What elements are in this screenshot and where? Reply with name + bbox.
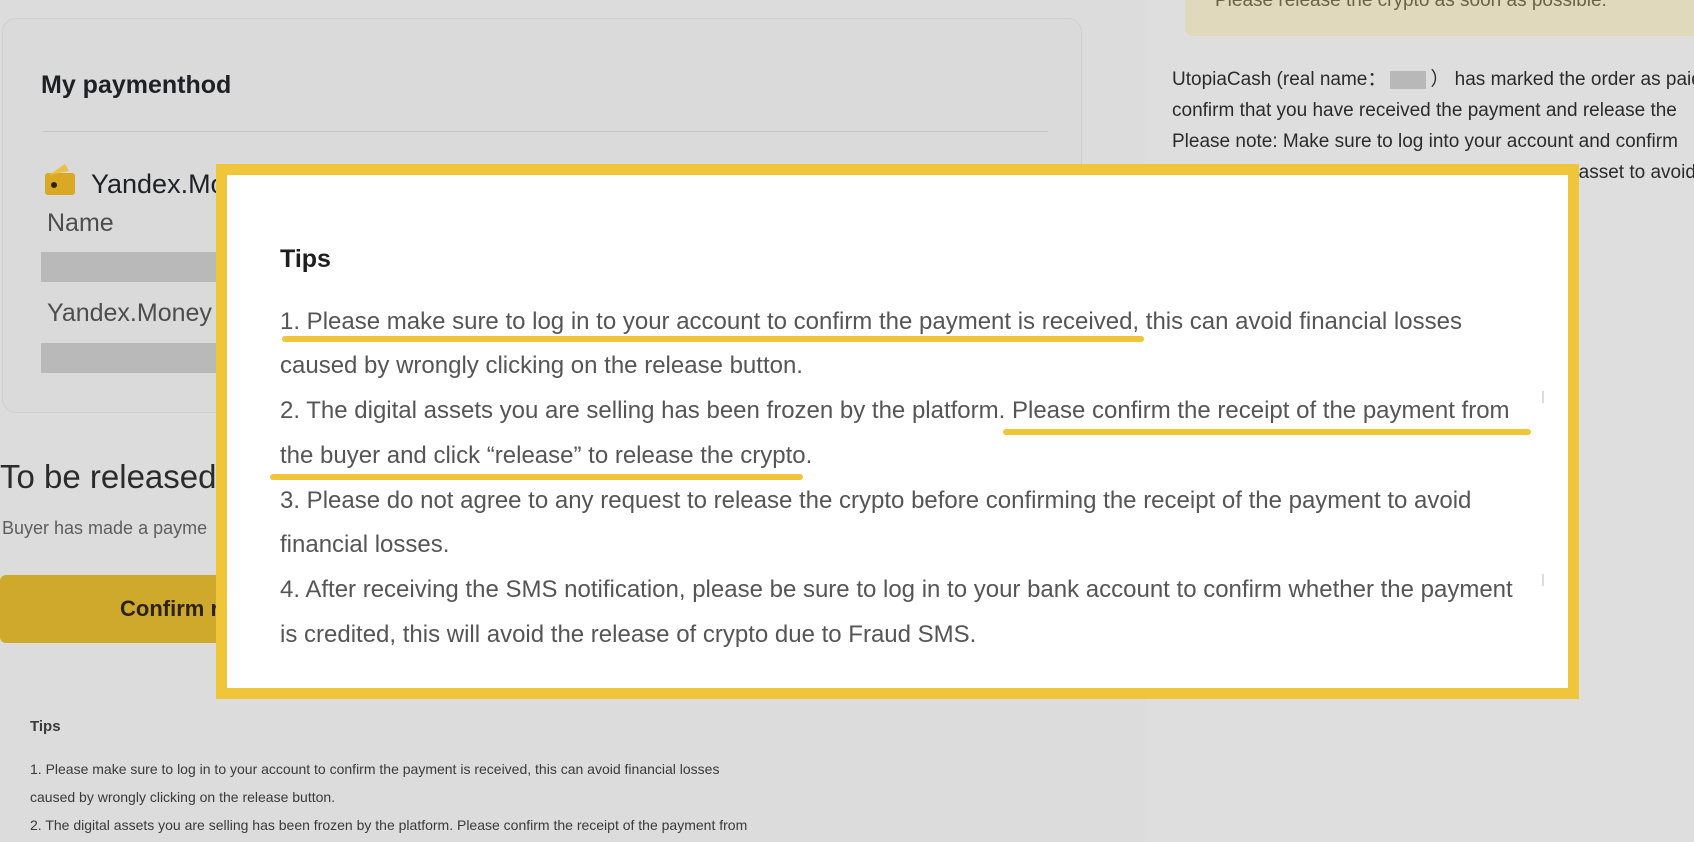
zoom-tip-line: 4. After receiving the SMS notification,… xyxy=(280,576,1513,603)
order-status-line: confirm that you have received the payme… xyxy=(1172,100,1677,121)
tips-line: 2. The digital assets you are selling ha… xyxy=(30,817,748,833)
zoom-tips-title: Tips xyxy=(280,245,331,273)
order-status-line: ） has marked the order as paid xyxy=(1430,69,1694,90)
release-section-title: To be released xyxy=(0,458,217,495)
zoom-tip-line: caused by wrongly clicking on the releas… xyxy=(280,352,803,379)
release-section-subtitle: Buyer has made a payme xyxy=(2,518,208,538)
highlight-underline xyxy=(282,336,1144,342)
yandex-wallet-icon xyxy=(45,164,75,195)
zoom-tip-line: 2. The digital assets you are selling ha… xyxy=(280,397,1510,424)
name-field-label: Name xyxy=(47,209,114,237)
highlight-underline xyxy=(270,474,803,480)
zoom-tip-line: is credited, this will avoid the release… xyxy=(280,621,977,648)
account-field-label: Yandex.Money xyxy=(47,299,212,327)
redacted-name-value xyxy=(41,252,241,282)
tips-section: Tips 1. Please make sure to log in to yo… xyxy=(30,718,820,839)
zoom-tip-line: 3. Please do not agree to any request to… xyxy=(280,487,1472,514)
tips-title: Tips xyxy=(30,718,61,735)
release-notice: Please release the crypto as soon as pos… xyxy=(1185,0,1694,36)
zoom-tip-line: financial losses. xyxy=(280,531,450,558)
redacted-name xyxy=(1390,70,1427,89)
tick-mark xyxy=(1542,574,1544,586)
tips-line: caused by wrongly clicking on the releas… xyxy=(30,789,336,805)
order-status-line: UtopiaCash (real name： xyxy=(1172,69,1387,90)
zoom-tip-line: 1. Please make sure to log in to your ac… xyxy=(280,308,1462,335)
tips-line: 1. Please make sure to log in to your ac… xyxy=(30,761,720,777)
order-status-line: Please note: Make sure to log into your … xyxy=(1172,131,1678,152)
release-notice-text: Please release the crypto as soon as pos… xyxy=(1215,0,1607,11)
payment-method-title: My paymenthod xyxy=(41,71,232,99)
zoom-tip-line: the buyer and click “release” to release… xyxy=(280,442,813,469)
tips-zoom-overlay: Tips 1. Please make sure to log in to yo… xyxy=(216,164,1579,699)
tick-mark xyxy=(1542,391,1544,403)
divider xyxy=(43,131,1048,132)
highlight-underline xyxy=(1003,429,1531,435)
redacted-account-value xyxy=(41,343,241,373)
